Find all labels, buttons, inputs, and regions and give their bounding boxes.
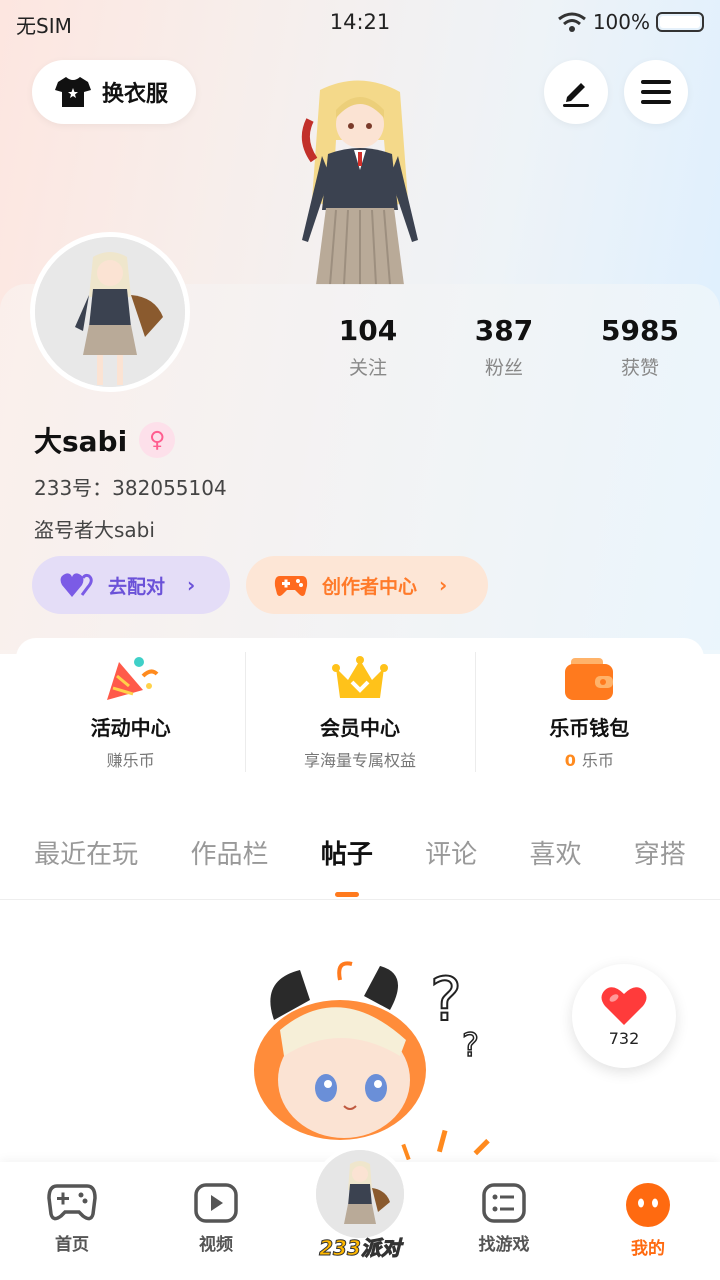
stat-followers[interactable]: 387 粉丝 [436, 314, 572, 380]
nav-me[interactable]: 我的 [593, 1182, 703, 1259]
creator-center-button[interactable]: 创作者中心 › [246, 556, 488, 614]
change-outfit-label: 换衣服 [102, 82, 169, 107]
nav-home-label: 首页 [55, 1235, 89, 1255]
vip-center-title: 会员中心 [319, 715, 400, 740]
svg-text:?: ? [462, 1026, 479, 1064]
play-video-icon [194, 1183, 238, 1223]
name-row: 大sabi ♀ [34, 420, 176, 460]
tab-outfits[interactable]: 穿搭 [634, 834, 686, 871]
battery-percent: 100% [592, 10, 650, 34]
coin-unit: 乐币 [581, 750, 614, 770]
match-label: 去配对 [108, 575, 166, 598]
nav-video[interactable]: 视频 [161, 1182, 271, 1255]
nav-center-avatar[interactable] [312, 1146, 408, 1242]
wifi-icon [557, 12, 586, 32]
nav-find-games-label: 找游戏 [478, 1235, 530, 1255]
activity-center-title: 活动中心 [90, 715, 171, 740]
signature: 盗号者大sabi [34, 518, 155, 542]
profile-tabs: 最近在玩 作品栏 帖子 评论 喜欢 穿搭 [0, 810, 720, 900]
stats-row: 104 关注 387 粉丝 5985 获赞 [300, 314, 710, 380]
nav-video-label: 视频 [199, 1235, 233, 1255]
battery-icon [656, 12, 704, 32]
coin-wallet-sub: 0 乐币 [565, 747, 614, 771]
stat-following-label: 关注 [348, 357, 387, 379]
menu-button[interactable] [624, 60, 688, 124]
change-outfit-button[interactable]: 换衣服 [32, 60, 196, 124]
username: 大sabi [34, 425, 128, 458]
tab-likes[interactable]: 喜欢 [529, 834, 581, 871]
stat-likes[interactable]: 5985 获赞 [572, 314, 708, 380]
bottom-nav: 首页 视频 233派对 找游戏 我的 [0, 1146, 720, 1280]
nav-me-label: 我的 [631, 1239, 665, 1259]
tab-posts[interactable]: 帖子 [321, 834, 373, 897]
nav-center-label[interactable]: 233派对 [300, 1232, 420, 1261]
gamepad-icon [47, 1184, 97, 1221]
party-popper-icon [106, 656, 159, 700]
tab-comments[interactable]: 评论 [425, 834, 477, 871]
face-icon [626, 1183, 670, 1227]
vip-center[interactable]: 会员中心 享海量专属权益 [245, 638, 474, 786]
stat-following-value: 104 [338, 314, 398, 347]
coin-wallet-title: 乐币钱包 [549, 715, 630, 740]
stat-followers-label: 粉丝 [484, 357, 523, 379]
list-icon [482, 1183, 526, 1223]
heart-icon [601, 986, 647, 1025]
vip-center-sub: 享海量专属权益 [303, 750, 416, 770]
stat-following[interactable]: 104 关注 [300, 314, 436, 380]
gamepad-icon [274, 576, 308, 596]
shirt-icon [55, 77, 91, 107]
status-right: 100% [557, 10, 704, 34]
chevron-right-icon: › [439, 573, 448, 597]
avatar[interactable] [30, 232, 190, 392]
stat-likes-value: 5985 [601, 314, 679, 347]
avatar-character-figure [301, 80, 418, 285]
nav-home[interactable]: 首页 [17, 1182, 127, 1255]
female-gender-icon: ♀ [139, 422, 176, 458]
crown-icon [331, 655, 388, 698]
like-float-button[interactable]: 732 [572, 964, 676, 1068]
svg-text:?: ? [430, 965, 462, 1035]
edit-profile-button[interactable] [544, 60, 608, 124]
wallet-icon [565, 657, 614, 700]
tab-works[interactable]: 作品栏 [190, 834, 268, 871]
feature-card: 活动中心 赚乐币 会员中心 享海量专属权益 乐币钱包 0 乐币 [16, 638, 704, 786]
empty-state-mascot: ? ? [254, 961, 490, 1160]
menu-icon [641, 80, 671, 104]
avatar-figure-icon [35, 237, 185, 387]
activity-center-sub: 赚乐币 [106, 750, 155, 770]
user-id: 233号：382055104 [34, 476, 227, 500]
coin-wallet[interactable]: 乐币钱包 0 乐币 [474, 638, 704, 786]
status-bar: 无SIM 14:21 100% [0, 0, 720, 46]
like-count: 732 [608, 1028, 640, 1048]
match-button[interactable]: 去配对 › [32, 556, 230, 614]
chevron-right-icon: › [187, 573, 196, 597]
stat-likes-label: 获赞 [620, 357, 659, 379]
double-heart-icon [60, 573, 93, 597]
stat-followers-value: 387 [474, 314, 534, 347]
activity-center[interactable]: 活动中心 赚乐币 [16, 638, 245, 786]
tab-recent[interactable]: 最近在玩 [34, 834, 138, 871]
nav-find-games[interactable]: 找游戏 [449, 1182, 559, 1255]
creator-center-label: 创作者中心 [322, 575, 418, 598]
coin-balance: 0 [564, 750, 576, 770]
pen-icon [563, 83, 589, 107]
avatar-figure-icon [316, 1150, 404, 1238]
